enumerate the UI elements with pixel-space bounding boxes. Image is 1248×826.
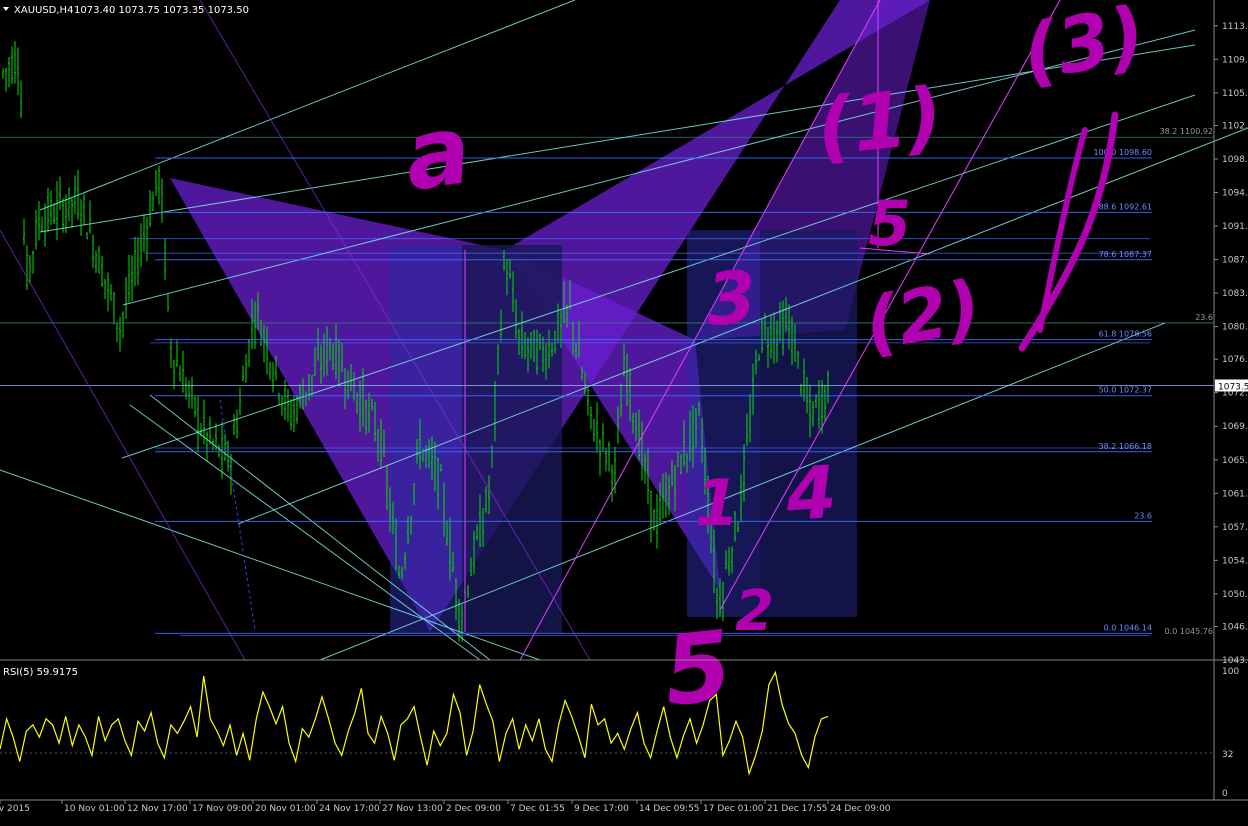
rsi-title: RSI(5) 59.9175 bbox=[3, 667, 78, 678]
time-tick-label: 10 Nov 01:00 bbox=[64, 804, 125, 814]
price-tick-label: 1105.8 bbox=[1222, 89, 1248, 99]
time-tick-label: 9 Dec 17:00 bbox=[574, 804, 629, 814]
time-tick-label: 2 Dec 09:00 bbox=[446, 804, 501, 814]
label-five-top: 5 bbox=[868, 187, 911, 260]
time-tick-label: 17 Nov 09:00 bbox=[192, 804, 253, 814]
fib-level-label: 38.2 1066.18 bbox=[1099, 442, 1152, 451]
time-box-left-dark bbox=[462, 245, 562, 633]
rsi-level-label: 0 bbox=[1222, 789, 1228, 799]
trading-chart[interactable]: 100.0 1098.60 88.6 1092.61 78.6 1087.37 61.… bbox=[0, 0, 1248, 826]
label-wave-1-paren: (1) bbox=[813, 71, 947, 174]
price-tick-label: 1109.5 bbox=[1222, 55, 1248, 65]
rsi-level-label: 32 bbox=[1222, 750, 1233, 760]
price-tick-label: 1113.2 bbox=[1222, 22, 1248, 32]
level-label: 38.2 1100.92 bbox=[1160, 127, 1213, 136]
label-five-bottom: 5 bbox=[659, 610, 737, 728]
fib-level-label: 50.0 1072.37 bbox=[1099, 386, 1152, 395]
rsi-level-label: 100 bbox=[1222, 667, 1239, 677]
fib-level-label: 61.8 1078.56 bbox=[1099, 330, 1152, 339]
price-tick-label: 1054.2 bbox=[1222, 556, 1248, 566]
price-tick-label: 1091.1 bbox=[1222, 222, 1248, 232]
price-tick-label: 1102.2 bbox=[1222, 121, 1248, 131]
price-tick-label: 1057.9 bbox=[1222, 523, 1248, 533]
current-price-label: 1073.5 bbox=[1218, 382, 1248, 392]
price-tick-label: 1094.8 bbox=[1222, 188, 1248, 198]
level-label: 23.6 bbox=[1195, 313, 1213, 322]
time-tick-label: 24 Nov 17:00 bbox=[319, 804, 380, 814]
level-label: 0.0 1045.76 bbox=[1165, 627, 1213, 636]
price-tick-label: 1065.3 bbox=[1222, 456, 1248, 466]
time-tick-label: 7 Dec 01:55 bbox=[510, 804, 565, 814]
time-tick-label: 17 Dec 01:00 bbox=[703, 804, 764, 814]
label-four: 4 bbox=[782, 450, 839, 537]
fib-level-label: 78.6 1087.37 bbox=[1099, 250, 1152, 259]
price-tick-label: 1098.5 bbox=[1222, 155, 1248, 165]
fib-level-label: 100.0 1098.60 bbox=[1093, 148, 1152, 157]
price-tick-label: 1076.4 bbox=[1222, 355, 1248, 365]
time-tick-label: 21 Dec 17:55 bbox=[767, 804, 828, 814]
fib-level-label: 0.0 1046.14 bbox=[1104, 623, 1152, 632]
time-tick-label: 24 Dec 09:00 bbox=[830, 804, 891, 814]
time-box-right-dark bbox=[760, 230, 857, 617]
price-tick-label: 1061.6 bbox=[1222, 489, 1248, 499]
price-tick-label: 1050.5 bbox=[1222, 590, 1248, 600]
time-tick-label: 20 Nov 01:00 bbox=[255, 804, 316, 814]
price-tick-label: 1046.9 bbox=[1222, 622, 1248, 632]
ohlc-values: 1073.40 1073.75 1073.35 1073.50 bbox=[74, 5, 249, 16]
price-tick-label: 1080.0 bbox=[1222, 323, 1248, 333]
price-tick-label: 1043.2 bbox=[1222, 656, 1248, 666]
time-tick-label: 14 Dec 09:55 bbox=[639, 804, 700, 814]
label-three: 3 bbox=[703, 255, 759, 342]
price-tick-label: 1087.4 bbox=[1222, 256, 1248, 266]
price-tick-label: 1083.7 bbox=[1222, 289, 1248, 299]
price-tick-label: 1069.0 bbox=[1222, 422, 1248, 432]
label-two: 2 bbox=[735, 579, 774, 644]
symbol-title: XAUUSD,H4 bbox=[14, 5, 73, 16]
time-tick-label: 27 Nov 13:00 bbox=[382, 804, 443, 814]
time-tick-label: 5 Nov 2015 bbox=[0, 804, 30, 814]
fib-level-label: 88.6 1092.61 bbox=[1099, 202, 1152, 211]
label-one: 1 bbox=[695, 467, 740, 541]
fib-level-label: 23.6 bbox=[1134, 511, 1152, 520]
time-tick-label: 12 Nov 17:00 bbox=[127, 804, 188, 814]
